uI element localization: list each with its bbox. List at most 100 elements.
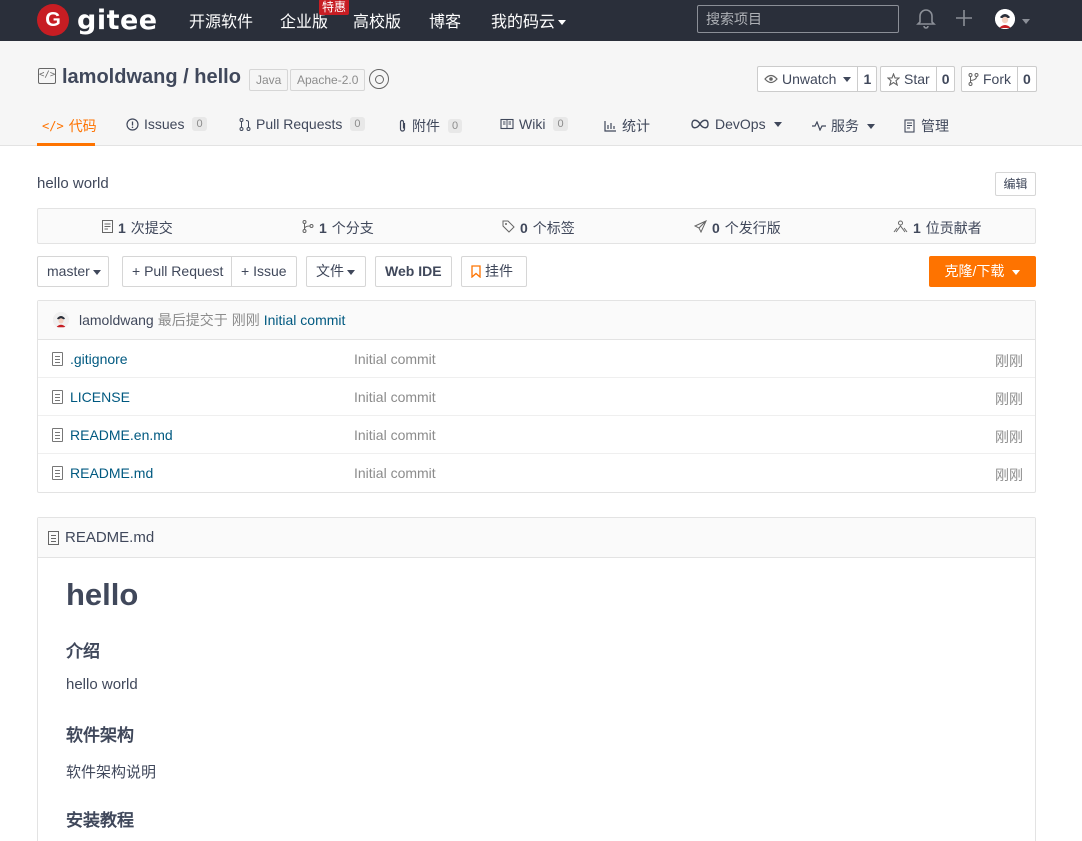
- user-avatar[interactable]: [995, 9, 1015, 29]
- chevron-down-icon: [773, 121, 782, 127]
- widget-button[interactable]: 挂件: [461, 256, 527, 287]
- tab-attachments-label: 附件: [412, 118, 440, 134]
- clone-download-button[interactable]: 克隆/下载: [929, 256, 1036, 287]
- pull-requests-count-badge: 0: [350, 117, 365, 131]
- star-icon: [887, 72, 900, 86]
- commit-time: 刚刚: [231, 312, 260, 328]
- nav-education[interactable]: 高校版: [353, 8, 401, 32]
- edit-description-button[interactable]: 编辑: [995, 172, 1036, 196]
- tab-services[interactable]: 服务: [812, 116, 875, 136]
- file-row[interactable]: README.md Initial commit 刚刚: [38, 454, 1035, 492]
- tab-devops[interactable]: DevOps: [690, 116, 782, 132]
- releases-label: 个发行版: [724, 220, 781, 236]
- repo-description: hello world: [37, 175, 109, 192]
- chevron-down-icon: [558, 20, 567, 26]
- star-button[interactable]: Star: [881, 67, 936, 91]
- language-tag[interactable]: Java: [249, 69, 289, 91]
- file-list: lamoldwang 最后提交于 刚刚 Initial commit .giti…: [37, 300, 1036, 493]
- repo-header: </> lamoldwang / hello Java Apache-2.0 U…: [0, 41, 1082, 146]
- commit-author-link[interactable]: lamoldwang: [79, 312, 154, 328]
- fork-count[interactable]: 0: [1017, 67, 1036, 91]
- branch-select[interactable]: master: [37, 256, 109, 287]
- nav-open-source[interactable]: 开源软件: [189, 8, 253, 32]
- code-icon: </>: [42, 119, 64, 133]
- watch-button-group: Unwatch 1: [757, 66, 878, 92]
- nav-blog[interactable]: 博客: [429, 8, 461, 32]
- watch-count[interactable]: 1: [857, 67, 876, 91]
- nav-my-gitee[interactable]: 我的码云: [491, 8, 567, 32]
- tab-wiki[interactable]: Wiki 0: [500, 116, 568, 132]
- file-commit-message[interactable]: Initial commit: [354, 351, 436, 367]
- tab-manage-label: 管理: [921, 118, 949, 134]
- readme-heading-architecture: 软件架构: [66, 726, 134, 745]
- file-name-link[interactable]: .gitignore: [70, 351, 128, 367]
- file-name-link[interactable]: README.md: [70, 465, 153, 481]
- license-tag[interactable]: Apache-2.0: [290, 69, 366, 91]
- chevron-down-icon: [92, 269, 101, 275]
- file-commit-message[interactable]: Initial commit: [354, 427, 436, 443]
- repo-path-separator: /: [177, 66, 195, 88]
- new-pull-request-button[interactable]: + Pull Request: [122, 256, 232, 287]
- user-menu-chevron-down-icon[interactable]: [1019, 12, 1030, 28]
- tab-manage[interactable]: 管理: [904, 116, 949, 136]
- repo-name-link[interactable]: hello: [194, 66, 241, 88]
- top-navbar: G gitee 开源软件 企业版 特惠 高校版 博客 我的码云: [0, 0, 1082, 41]
- plus-icon[interactable]: [954, 7, 974, 35]
- tags-label: 个标签: [532, 220, 575, 236]
- file-row[interactable]: LICENSE Initial commit 刚刚: [38, 378, 1035, 416]
- file-row[interactable]: README.en.md Initial commit 刚刚: [38, 416, 1035, 454]
- attachments-count-badge: 0: [448, 119, 463, 133]
- new-issue-button[interactable]: + Issue: [231, 256, 297, 287]
- tab-attachments[interactable]: 附件 0: [398, 116, 463, 136]
- pulse-icon: [812, 121, 826, 131]
- commits-label: 次提交: [130, 220, 173, 236]
- recommend-medal-icon[interactable]: [369, 69, 389, 89]
- file-commit-message[interactable]: Initial commit: [354, 389, 436, 405]
- commit-icon: [102, 220, 113, 236]
- readme-header: README.md: [38, 518, 1035, 558]
- tab-code[interactable]: </> 代码: [42, 116, 97, 136]
- wiki-count-badge: 0: [553, 117, 568, 131]
- star-count[interactable]: 0: [935, 67, 955, 91]
- stat-tags[interactable]: 0 个标签: [502, 218, 575, 238]
- tab-pull-requests[interactable]: Pull Requests 0: [239, 116, 365, 132]
- unwatch-button[interactable]: Unwatch: [758, 67, 857, 91]
- commit-author-avatar[interactable]: [53, 312, 69, 328]
- notification-bell-icon[interactable]: [916, 7, 936, 35]
- send-icon: [693, 219, 708, 236]
- tab-devops-label: DevOps: [715, 116, 766, 132]
- book-icon: [500, 118, 514, 130]
- file-commit-message[interactable]: Initial commit: [354, 465, 436, 481]
- file-menu-label: 文件: [316, 263, 344, 279]
- web-ide-button[interactable]: Web IDE: [375, 256, 452, 287]
- file-menu-button[interactable]: 文件: [306, 256, 366, 287]
- eye-icon: [764, 74, 778, 84]
- tab-statistics[interactable]: 统计: [604, 116, 650, 136]
- fork-button[interactable]: Fork: [962, 67, 1017, 91]
- stat-contributors[interactable]: 1 位贡献者: [893, 218, 982, 238]
- repo-owner-link[interactable]: lamoldwang: [62, 66, 178, 88]
- search-input[interactable]: [697, 5, 899, 33]
- contributors-count: 1: [913, 220, 921, 236]
- settings-doc-icon: [904, 119, 915, 133]
- file-row[interactable]: .gitignore Initial commit 刚刚: [38, 340, 1035, 378]
- readme-filename: README.md: [65, 529, 155, 546]
- bar-chart-icon: [604, 121, 616, 132]
- code-repo-icon: </>: [38, 68, 56, 84]
- widget-label: 挂件: [485, 263, 513, 279]
- readme-heading-intro: 介绍: [66, 642, 100, 661]
- contributors-icon: [893, 220, 908, 236]
- fork-label: Fork: [983, 71, 1011, 87]
- star-button-group: Star 0: [880, 66, 956, 92]
- file-icon: [52, 352, 63, 366]
- commit-message-link[interactable]: Initial commit: [264, 312, 346, 328]
- tab-issues[interactable]: Issues 0: [126, 116, 207, 132]
- chevron-down-icon: [347, 269, 355, 275]
- stat-branches[interactable]: 1 个分支: [302, 218, 374, 238]
- commit-meta-text: 最后提交于: [157, 312, 228, 328]
- file-name-link[interactable]: README.en.md: [70, 427, 173, 443]
- file-name-link[interactable]: LICENSE: [70, 389, 130, 405]
- gitee-logo[interactable]: G gitee: [37, 3, 158, 37]
- stat-commits[interactable]: 1 次提交: [102, 218, 173, 238]
- stat-releases[interactable]: 0 个发行版: [693, 218, 781, 238]
